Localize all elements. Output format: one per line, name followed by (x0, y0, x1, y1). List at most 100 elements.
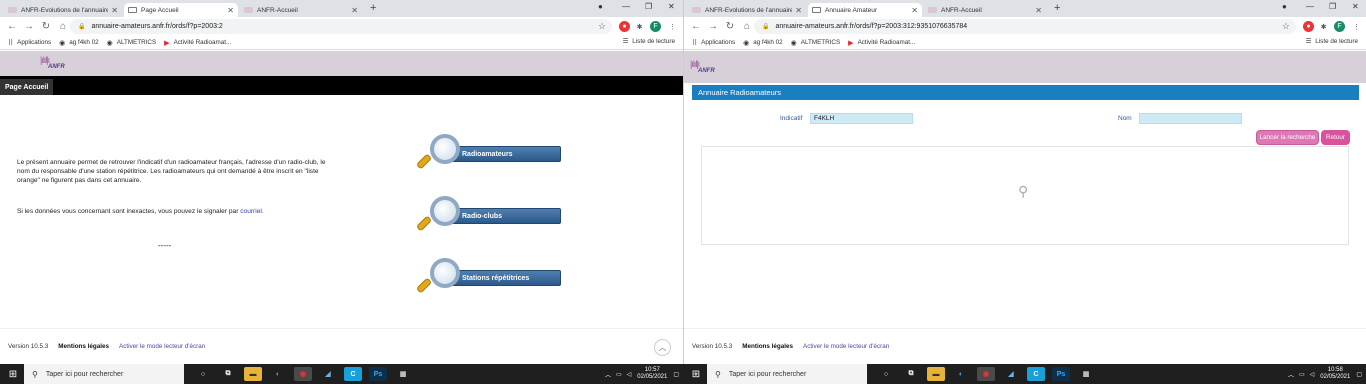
legal-link[interactable]: Mentions légales (742, 343, 793, 350)
minimize-icon[interactable]: — (1306, 2, 1314, 11)
edge-icon[interactable]: ◐ (269, 367, 287, 381)
home-icon[interactable]: ⌂ (742, 21, 752, 32)
tab-page-accueil[interactable]: Page Accueil ✕ (124, 3, 238, 17)
browser-menu-icon[interactable]: ⋮ (1351, 21, 1362, 32)
reload-icon[interactable]: ↻ (41, 21, 51, 32)
url-field[interactable]: 🔒 annuaire-amateurs.anfr.fr/ords/f?p=200… (70, 19, 612, 34)
reading-list[interactable]: ☰ Liste de lecture (623, 38, 675, 45)
close-tab-icon[interactable]: ✕ (227, 6, 234, 15)
legal-link[interactable]: Mentions légales (58, 343, 109, 350)
close-tab-icon[interactable]: ✕ (111, 6, 118, 15)
screen-reader-link[interactable]: Activer le mode lecteur d'écran (803, 343, 889, 350)
radioamateurs-button[interactable]: Radioamateurs (415, 134, 562, 180)
extension-red-icon[interactable]: ● (619, 21, 630, 32)
extensions-puzzle-icon[interactable]: ✱ (1318, 21, 1329, 32)
bookmark-applications[interactable]: ⠿ Applications (692, 39, 735, 47)
bookmark-activite[interactable]: ▶ Activité Radioamat... (848, 39, 915, 47)
close-tab-icon[interactable]: ✕ (1035, 6, 1042, 15)
close-window-icon[interactable]: ✕ (1352, 2, 1359, 11)
indicatif-input[interactable]: F4KLH (810, 113, 913, 124)
app-c-icon[interactable]: C (344, 367, 362, 381)
network-icon[interactable]: ▭ (1299, 371, 1305, 378)
windows-start-icon[interactable]: ⊞ (689, 369, 703, 380)
stations-repetitrices-button[interactable]: Stations répétitrices (415, 258, 562, 304)
anfr-logo[interactable]: |ılıl|ı ANFR (690, 59, 720, 77)
forward-arrow-icon[interactable]: → (708, 21, 718, 32)
forward-arrow-icon[interactable]: → (24, 21, 34, 32)
close-tab-icon[interactable]: ✕ (911, 6, 918, 15)
media-control-icon[interactable]: ● (1282, 2, 1287, 11)
cortana-icon[interactable]: ○ (194, 367, 212, 381)
file-explorer-icon[interactable]: ▬ (927, 367, 945, 381)
tray-chevron-icon[interactable]: ︿ (605, 370, 611, 379)
notifications-icon[interactable]: ▢ (673, 371, 679, 378)
calculator-icon[interactable]: ▦ (1077, 367, 1095, 381)
minimize-icon[interactable]: — (622, 2, 630, 11)
anfr-logo[interactable]: |ılıl|ı ANFR (40, 55, 70, 73)
file-explorer-icon[interactable]: ▬ (244, 367, 262, 381)
app-wing-icon[interactable]: ◢ (1002, 367, 1020, 381)
profile-avatar-icon[interactable]: F (650, 21, 661, 32)
bookmark-altmetrics[interactable]: ◉ ALTMETRICS (107, 39, 157, 47)
bookmark-ag[interactable]: ◉ ag f4kh 02 (59, 39, 99, 47)
task-view-icon[interactable]: ⧉ (219, 367, 237, 381)
radio-clubs-button[interactable]: Radio-clubs (415, 196, 562, 242)
close-tab-icon[interactable]: ✕ (795, 6, 802, 15)
taskbar-search-field[interactable]: ⚲ Taper ici pour rechercher (707, 364, 867, 384)
bookmark-ag[interactable]: ◉ ag f4kh 02 (743, 39, 783, 47)
bookmark-altmetrics[interactable]: ◉ ALTMETRICS (791, 39, 841, 47)
extensions-puzzle-icon[interactable]: ✱ (634, 21, 645, 32)
new-tab-plus-icon[interactable]: + (1054, 2, 1060, 14)
maximize-icon[interactable]: ❐ (645, 2, 652, 11)
scroll-top-icon[interactable]: ︿ (654, 339, 671, 356)
tab-anfr-accueil[interactable]: ANFR-Accueil ✕ (240, 3, 362, 17)
calculator-icon[interactable]: ▦ (394, 367, 412, 381)
profile-avatar-icon[interactable]: F (1334, 21, 1345, 32)
chrome-icon[interactable]: ◉ (977, 367, 995, 381)
chrome-icon[interactable]: ◉ (294, 367, 312, 381)
volume-icon[interactable]: ◁ (1310, 371, 1315, 378)
bookmark-activite[interactable]: ▶ Activité Radioamat... (164, 39, 231, 47)
clock[interactable]: 10:57 02/05/2021 (637, 367, 667, 381)
tab-page-accueil-nav[interactable]: Page Accueil (0, 79, 54, 95)
app-c-icon[interactable]: C (1027, 367, 1045, 381)
taskbar-search-field[interactable]: ⚲ Taper ici pour rechercher (24, 364, 184, 384)
clock[interactable]: 10:58 02/05/2021 (1320, 367, 1350, 381)
bookmark-star-icon[interactable]: ☆ (598, 21, 606, 32)
back-button[interactable]: Retour (1321, 130, 1350, 145)
tab-anfr-evolutions[interactable]: ANFR-Evolutions de l'annuaire d ✕ (688, 3, 806, 17)
extension-red-icon[interactable]: ● (1303, 21, 1314, 32)
new-tab-plus-icon[interactable]: + (370, 2, 376, 14)
app-wing-icon[interactable]: ◢ (319, 367, 337, 381)
reading-list[interactable]: ☰ Liste de lecture (1306, 38, 1358, 45)
close-tab-icon[interactable]: ✕ (351, 6, 358, 15)
photoshop-icon[interactable]: Ps (369, 367, 387, 381)
back-arrow-icon[interactable]: ← (7, 21, 17, 32)
windows-start-icon[interactable]: ⊞ (6, 369, 20, 380)
photoshop-icon[interactable]: Ps (1052, 367, 1070, 381)
reload-icon[interactable]: ↻ (725, 21, 735, 32)
media-control-icon[interactable]: ● (598, 2, 603, 11)
tab-annuaire-amateur[interactable]: Annuaire Amateur ✕ (808, 3, 922, 17)
bookmark-star-icon[interactable]: ☆ (1282, 21, 1290, 32)
tab-anfr-accueil[interactable]: ANFR-Accueil ✕ (924, 3, 1046, 17)
home-icon[interactable]: ⌂ (58, 21, 68, 32)
volume-icon[interactable]: ◁ (627, 371, 632, 378)
tray-chevron-icon[interactable]: ︿ (1288, 370, 1294, 379)
browser-menu-icon[interactable]: ⋮ (667, 21, 678, 32)
close-window-icon[interactable]: ✕ (668, 2, 675, 11)
nom-input[interactable] (1139, 113, 1242, 124)
email-link[interactable]: courriel. (240, 208, 263, 215)
notifications-icon[interactable]: ▢ (1356, 371, 1362, 378)
search-button[interactable]: Lancer la recherche (1256, 130, 1319, 145)
task-view-icon[interactable]: ⧉ (902, 367, 920, 381)
network-icon[interactable]: ▭ (616, 371, 622, 378)
maximize-icon[interactable]: ❐ (1329, 2, 1336, 11)
edge-icon[interactable]: ◐ (952, 367, 970, 381)
bookmark-applications[interactable]: ⠿ Applications (8, 39, 51, 47)
tab-anfr-evolutions[interactable]: ANFR-Evolutions de l'annuaire d ✕ (4, 3, 122, 17)
cortana-icon[interactable]: ○ (877, 367, 895, 381)
back-arrow-icon[interactable]: ← (691, 21, 701, 32)
screen-reader-link[interactable]: Activer le mode lecteur d'écran (119, 343, 205, 350)
url-field[interactable]: 🔒 annuaire-amateurs.anfr.fr/ords/f?p=200… (754, 19, 1296, 34)
